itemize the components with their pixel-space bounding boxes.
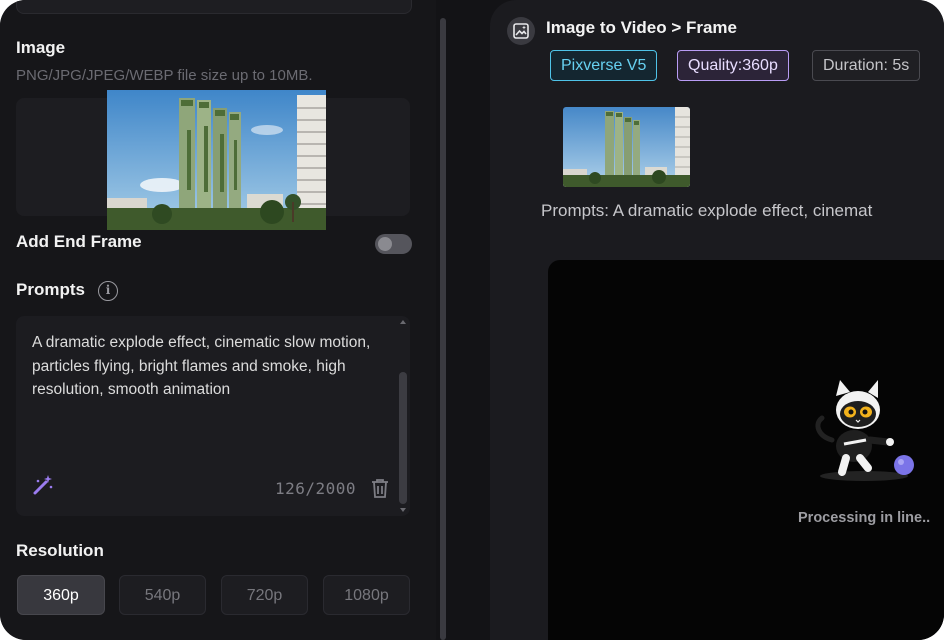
prompt-text[interactable]: A dramatic explode effect, cinematic slo… xyxy=(32,331,387,402)
prompts-title: Prompts xyxy=(16,280,85,299)
end-frame-toggle[interactable] xyxy=(375,234,412,254)
model-tag: Pixverse V5 xyxy=(550,50,658,81)
scroll-down-icon[interactable] xyxy=(400,508,406,512)
uploaded-image-preview xyxy=(107,90,326,230)
prompt-char-counter: 126/2000 xyxy=(275,479,357,498)
resolution-1080p-button[interactable]: 1080p xyxy=(323,575,410,615)
image-to-video-icon xyxy=(507,17,535,45)
previous-field[interactable] xyxy=(16,0,412,14)
resolution-540p-button[interactable]: 540p xyxy=(119,575,206,615)
resolution-360p-button[interactable]: 360p xyxy=(17,575,105,615)
magic-wand-icon[interactable] xyxy=(31,473,55,497)
processing-status: Processing in line.. xyxy=(798,510,931,526)
scroll-up-icon[interactable] xyxy=(400,320,406,324)
resolution-720p-button[interactable]: 720p xyxy=(221,575,308,615)
breadcrumb: Image to Video > Frame xyxy=(546,18,738,37)
duration-tag: Duration: 5s xyxy=(812,50,921,81)
trash-icon[interactable] xyxy=(369,477,391,499)
end-frame-label: Add End Frame xyxy=(16,232,142,251)
source-image-thumbnail[interactable] xyxy=(563,107,690,187)
image-upload-hint: PNG/JPG/JPEG/WEBP file size up to 10MB. xyxy=(16,67,313,84)
app-window: Image PNG/JPG/JPEG/WEBP file size up to … xyxy=(0,0,944,640)
info-icon[interactable]: i xyxy=(98,281,118,301)
prompt-scroll-thumb[interactable] xyxy=(399,372,407,504)
loading-cat-mascot-icon xyxy=(808,378,920,484)
toggle-knob xyxy=(378,237,392,251)
result-prompt-text: Prompts: A dramatic explode effect, cine… xyxy=(541,201,873,220)
left-panel-scrollbar[interactable] xyxy=(440,18,446,640)
image-section-title: Image xyxy=(16,38,66,57)
quality-tag: Quality:360p xyxy=(677,50,789,81)
resolution-title: Resolution xyxy=(16,541,104,560)
